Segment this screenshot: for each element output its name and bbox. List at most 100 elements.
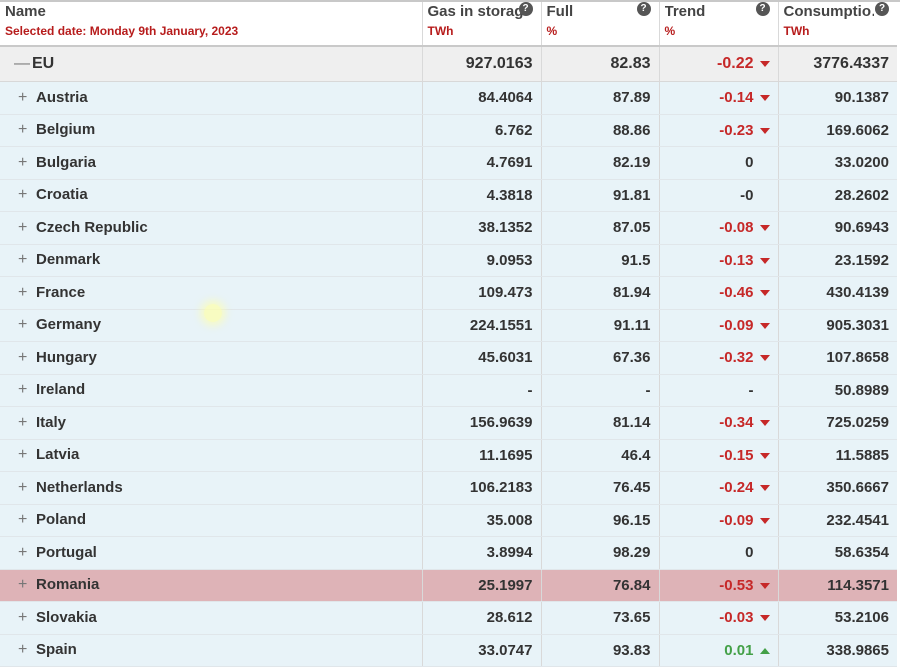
country-row[interactable]: + France 109.473 81.94 -0.46 430.4139 xyxy=(0,276,897,310)
collapse-icon[interactable]: — xyxy=(14,55,30,73)
trend-value: -0.09 xyxy=(719,316,754,334)
consumption-cell: 114.3571 xyxy=(778,569,897,602)
country-row[interactable]: + Denmark 9.0953 91.5 -0.13 23.1592 xyxy=(0,244,897,277)
expand-icon[interactable]: + xyxy=(18,414,30,432)
trend-cell: 0 xyxy=(659,536,779,570)
country-row[interactable]: + Ireland - - -50.8989 xyxy=(0,374,897,407)
country-name: Poland xyxy=(36,511,87,529)
trend-cell: -0.13 xyxy=(659,244,779,277)
consumption-unit-label: TWh xyxy=(783,24,810,38)
trend-help-icon[interactable]: ? xyxy=(755,2,770,16)
country-row[interactable]: + Belgium 6.762 88.86 -0.23 169.6062 xyxy=(0,114,897,147)
country-row[interactable]: + Czech Republic 38.1352 87.05 -0.08 90.6943 xyxy=(0,211,897,245)
expand-icon[interactable]: + xyxy=(18,186,30,204)
trend-cell: 0 xyxy=(659,146,779,180)
expand-icon[interactable]: + xyxy=(18,609,30,627)
country-row[interactable]: + Italy 156.9639 81.14 -0.34 725.0259 xyxy=(0,406,897,440)
expand-icon[interactable]: + xyxy=(18,479,30,497)
storage-help-icon[interactable]: ? xyxy=(518,2,533,16)
consumption-cell: 11.5885 xyxy=(778,439,897,472)
expand-icon[interactable]: + xyxy=(18,316,30,334)
country-name: Latvia xyxy=(36,446,80,464)
country-name: Romania xyxy=(36,576,100,594)
name-header-label: Name xyxy=(5,3,46,20)
country-row[interactable]: + Hungary 45.6031 67.36 -0.32 107.8658 xyxy=(0,341,897,375)
country-row[interactable]: + Austria 84.4064 87.89 -0.14 90.1387 xyxy=(0,81,897,115)
storage-cell: 224.1551 xyxy=(422,309,542,342)
country-row[interactable]: + Latvia 11.1695 46.4 -0.15 11.5885 xyxy=(0,439,897,472)
country-row[interactable]: + Romania 25.1997 76.84 -0.53 114.3571 xyxy=(0,569,897,602)
country-row[interactable]: + Poland 35.008 96.15 -0.09 232.4541 xyxy=(0,504,897,537)
trend-value: -0.09 xyxy=(719,511,754,529)
storage-cell: 4.7691 xyxy=(422,146,542,180)
expand-icon[interactable]: + xyxy=(18,641,30,659)
full-header-label: Full xyxy=(546,3,574,20)
country-row[interactable]: + Netherlands 106.2183 76.45 -0.24 350.6667 xyxy=(0,471,897,505)
consumption-cell: 90.1387 xyxy=(778,81,897,115)
trend-cell: -0.53 xyxy=(659,569,779,602)
country-name: Denmark xyxy=(36,251,101,269)
trend-down-icon xyxy=(759,95,770,102)
trend-down-icon xyxy=(759,615,770,622)
country-name: Spain xyxy=(36,641,77,659)
expand-icon[interactable]: + xyxy=(18,284,30,302)
country-name: Belgium xyxy=(36,121,96,139)
storage-cell: 38.1352 xyxy=(422,211,542,245)
country-name: Italy xyxy=(36,413,67,431)
country-row[interactable]: + Croatia 4.3818 91.81 -0 28.2602 xyxy=(0,179,897,212)
full-cell: 67.36 xyxy=(541,341,660,375)
expand-icon[interactable]: + xyxy=(18,576,30,594)
storage-cell: 84.4064 xyxy=(422,81,542,115)
storage-cell: 3.8994 xyxy=(422,536,542,570)
expand-icon[interactable]: + xyxy=(18,251,30,269)
consumption-help-icon[interactable]: ? xyxy=(875,2,889,16)
country-name-cell: + Belgium xyxy=(0,114,423,147)
storage-cell: 25.1997 xyxy=(422,569,542,602)
country-name: Hungary xyxy=(36,348,97,366)
eu-name-cell: — EU xyxy=(0,46,423,82)
storage-header-label: Gas in storage xyxy=(427,3,523,20)
trend-value: -0.15 xyxy=(719,446,754,464)
country-name-cell: + Austria xyxy=(0,81,423,115)
country-row[interactable]: + Germany 224.1551 91.11 -0.09 905.3031 xyxy=(0,309,897,342)
country-name-cell: + Germany xyxy=(0,309,423,342)
trend-down-icon xyxy=(759,517,770,524)
trend-value: -0.13 xyxy=(719,251,754,269)
country-row[interactable]: + Bulgaria 4.7691 82.19 0 33.0200 xyxy=(0,146,897,180)
trend-value: -0.23 xyxy=(719,121,754,139)
expand-icon[interactable]: + xyxy=(18,349,30,367)
storage-cell: 11.1695 xyxy=(422,439,542,472)
trend-down-icon xyxy=(759,257,770,264)
consumption-cell: 28.2602 xyxy=(778,179,897,212)
expand-icon[interactable]: + xyxy=(18,544,30,562)
expand-icon[interactable]: + xyxy=(18,154,30,172)
expand-icon[interactable]: + xyxy=(18,89,30,107)
trend-column-header[interactable]: Trend % ? xyxy=(659,2,779,47)
storage-column-header[interactable]: Gas in storage TWh ? xyxy=(422,2,542,47)
consumption-cell: 107.8658 xyxy=(778,341,897,375)
full-help-icon[interactable]: ? xyxy=(636,2,651,16)
expand-icon[interactable]: + xyxy=(18,381,30,399)
full-cell: 91.5 xyxy=(541,244,660,277)
expand-icon[interactable]: + xyxy=(18,121,30,139)
consumption-column-header[interactable]: Consumptio… TWh ? xyxy=(778,2,897,47)
consumption-cell: 90.6943 xyxy=(778,211,897,245)
eu-full-cell: 82.83 xyxy=(541,46,660,82)
name-column-header[interactable]: Name Selected date: Monday 9th January, … xyxy=(0,2,423,47)
full-cell: 91.81 xyxy=(541,179,660,212)
country-row[interactable]: + Slovakia 28.612 73.65 -0.03 53.2106 xyxy=(0,601,897,635)
full-column-header[interactable]: Full % ? xyxy=(541,2,660,47)
trend-down-icon xyxy=(759,127,770,134)
trend-down-icon xyxy=(759,322,770,329)
country-name-cell: + Italy xyxy=(0,406,423,440)
storage-cell: 9.0953 xyxy=(422,244,542,277)
country-row[interactable]: + Spain 33.0747 93.83 0.01 338.9865 xyxy=(0,634,897,667)
country-row[interactable]: + Portugal 3.8994 98.29 0 58.6354 xyxy=(0,536,897,570)
expand-icon[interactable]: + xyxy=(18,219,30,237)
consumption-cell: 350.6667 xyxy=(778,471,897,505)
trend-down-icon xyxy=(759,290,770,297)
eu-summary-row[interactable]: — EU 927.0163 82.83 -0.22 3776.4337 xyxy=(0,46,897,82)
consumption-header-label: Consumptio… xyxy=(783,3,874,20)
expand-icon[interactable]: + xyxy=(18,446,30,464)
expand-icon[interactable]: + xyxy=(18,511,30,529)
